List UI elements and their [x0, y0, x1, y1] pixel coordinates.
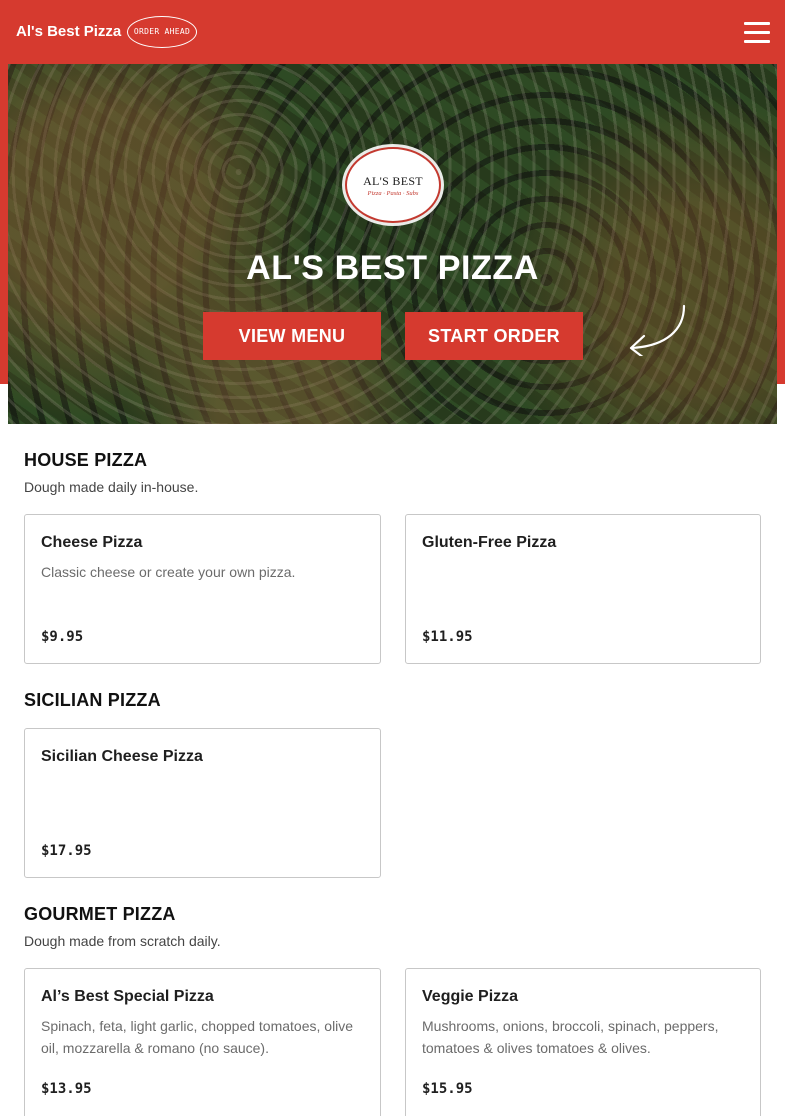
menu-item-card[interactable]: Sicilian Cheese Pizza $17.95 [24, 728, 381, 878]
menu-item-price: $11.95 [422, 629, 473, 645]
section-house-pizza: HOUSE PIZZA Dough made daily in-house. [24, 450, 198, 495]
menu-item-name: Cheese Pizza [41, 534, 143, 551]
start-order-button[interactable]: START ORDER [405, 312, 583, 360]
logo-tagline: Pizza · Pasta · Subs [367, 190, 419, 197]
menu-item-description: Mushrooms, onions, broccoli, spinach, pe… [422, 1018, 719, 1056]
hero-title: AL'S BEST PIZZA [246, 249, 539, 287]
order-ahead-badge[interactable]: Order Ahead [127, 16, 197, 48]
menu-item-card[interactable]: Al’s Best Special Pizza Spinach, feta, l… [24, 968, 381, 1116]
hero-banner: AL'S BEST Pizza · Pasta · Subs AL'S BEST… [8, 64, 777, 424]
menu-item-card[interactable]: Cheese Pizza Classic cheese or create yo… [24, 514, 381, 664]
restaurant-logo: AL'S BEST Pizza · Pasta · Subs [345, 147, 441, 223]
view-menu-button[interactable]: VIEW MENU [203, 312, 381, 360]
menu-item-name: Sicilian Cheese Pizza [41, 748, 203, 765]
top-nav-bar: Al's Best Pizza Order Ahead [0, 0, 785, 64]
menu-item-description: Spinach, feta, light garlic, chopped tom… [41, 1018, 354, 1056]
hamburger-menu-icon[interactable] [744, 22, 770, 44]
menu-item-name: Gluten-Free Pizza [422, 534, 557, 551]
menu-item-name: Veggie Pizza [422, 988, 519, 1005]
menu-item-name: Al’s Best Special Pizza [41, 988, 214, 1005]
menu-item-card[interactable]: Gluten-Free Pizza $11.95 [405, 514, 761, 664]
menu-item-price: $15.95 [422, 1081, 473, 1097]
section-title: HOUSE PIZZA [24, 450, 148, 470]
section-gourmet-pizza: GOURMET PIZZA Dough made from scratch da… [24, 904, 221, 949]
menu-item-description: Classic cheese or create your own pizza. [41, 564, 296, 580]
menu-item-card[interactable]: Veggie Pizza Mushrooms, onions, broccoli… [405, 968, 761, 1116]
section-description: Dough made from scratch daily. [24, 933, 221, 949]
section-description: Dough made daily in-house. [24, 479, 199, 495]
brand-name[interactable]: Al's Best Pizza [16, 23, 121, 40]
curved-arrow-icon [629, 304, 686, 356]
menu-item-price: $13.95 [41, 1081, 92, 1097]
menu-item-price: $17.95 [41, 843, 92, 859]
hero-image-overlay [8, 64, 777, 424]
logo-name: AL'S BEST [363, 174, 423, 188]
section-title: GOURMET PIZZA [24, 904, 176, 924]
section-sicilian-pizza: SICILIAN PIZZA [24, 690, 161, 711]
menu-item-price: $9.95 [41, 629, 84, 645]
section-title: SICILIAN PIZZA [24, 690, 161, 710]
